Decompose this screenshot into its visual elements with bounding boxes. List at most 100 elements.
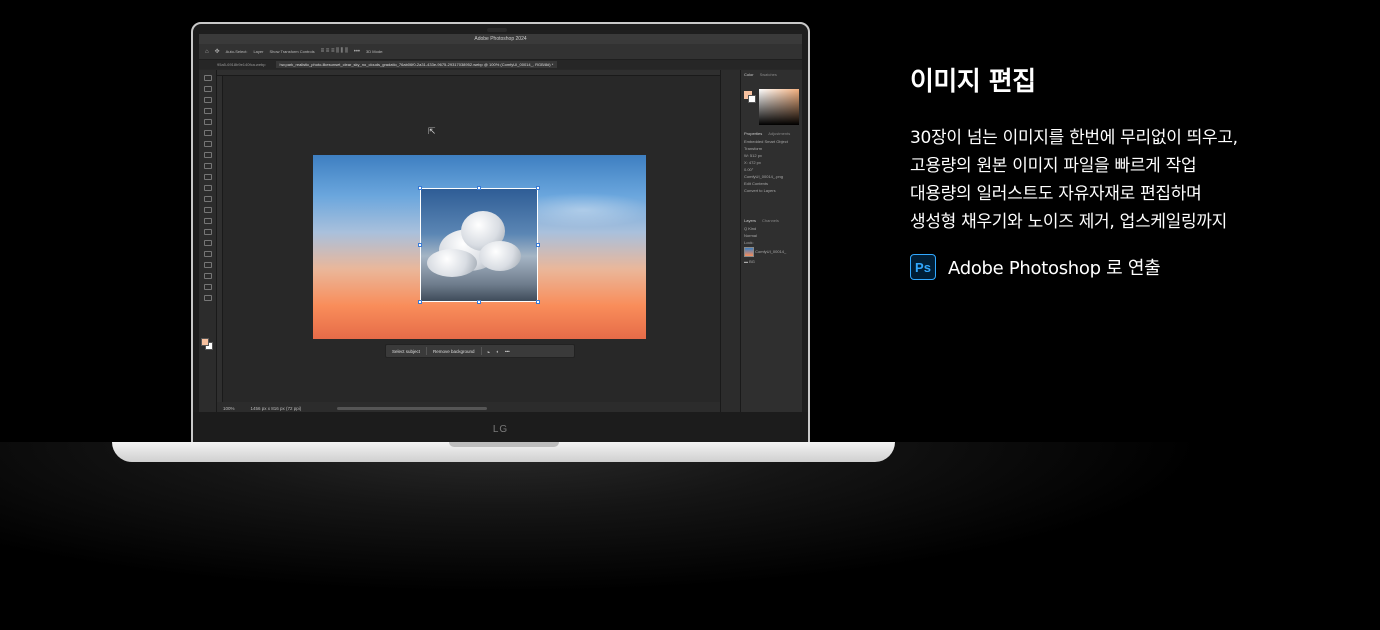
hand-icon[interactable] [203, 284, 212, 290]
laptop-base [112, 442, 895, 462]
document-size: 1456 px x 816 px (72 ppi) [250, 405, 302, 411]
cloud-layer[interactable] [420, 188, 538, 302]
panel-icon-strip [720, 70, 740, 414]
edit-contents-button[interactable]: Edit Contents [741, 180, 802, 187]
layer-row[interactable]: ComfyUI_00014_ [741, 246, 802, 258]
crop-icon[interactable] [203, 119, 212, 125]
tools-panel [199, 70, 217, 414]
home-icon[interactable]: ⌂ [205, 49, 209, 55]
sunset-image[interactable] [313, 155, 646, 339]
x-field[interactable]: X: 472 px [741, 159, 802, 166]
tab-properties[interactable]: Properties [741, 129, 765, 138]
tab-layers[interactable]: Layers [741, 216, 759, 225]
stamp-icon[interactable] [203, 174, 212, 180]
transform-handle[interactable] [418, 243, 422, 247]
type-icon[interactable] [203, 251, 212, 257]
3d-mode-label: 3D Mode: [366, 49, 384, 54]
layer-name: BG [749, 259, 755, 264]
cloud-shape [427, 249, 477, 277]
magic-wand-icon[interactable] [203, 108, 212, 114]
transform-heading: Transform [744, 146, 763, 151]
shape-icon[interactable] [203, 273, 212, 279]
dodge-icon[interactable] [203, 229, 212, 235]
zoom-icon[interactable] [203, 295, 212, 301]
move-tool-icon[interactable]: ✥ [215, 48, 220, 55]
tab-color[interactable]: Color [741, 70, 757, 79]
lasso-icon[interactable] [203, 97, 212, 103]
photoshop-icon: Ps [910, 254, 936, 280]
eraser-icon[interactable] [203, 196, 212, 202]
history-brush-icon[interactable] [203, 185, 212, 191]
right-panels: Color Swatches Properties Adjustments Em… [740, 70, 802, 414]
document-tab[interactable]: 95a5-6918b9e140fca.webp [217, 62, 266, 67]
cloud-shape [479, 241, 521, 271]
angle-field[interactable]: 0.00° [741, 166, 802, 173]
lock-label: Lock: [744, 240, 754, 245]
panel-background-swatch[interactable] [748, 95, 756, 103]
feature-copy: 이미지 편집 30장이 넘는 이미지를 한번에 무리없이 띄우고, 고용량의 원… [910, 64, 1350, 280]
width-field[interactable]: W: 512 px [741, 152, 802, 159]
adjust-icon[interactable]: ◐ [496, 349, 499, 354]
transform-icon[interactable]: ⟀ [488, 349, 491, 354]
app-credit-label: Adobe Photoshop 로 연출 [948, 258, 1161, 279]
description-line: 30장이 넘는 이미지를 한번에 무리없이 띄우고, [910, 128, 1238, 148]
cursor-icon: ⇱ [428, 126, 436, 136]
transform-handle[interactable] [418, 300, 422, 304]
auto-select-dropdown[interactable]: Layer [253, 49, 263, 54]
horizontal-scrollbar[interactable] [337, 406, 488, 410]
transform-handle[interactable] [418, 186, 422, 190]
photoshop-window: Adobe Photoshop 2024 ⌂ ✥ Auto-Select: La… [199, 34, 802, 414]
app-credit: Ps Adobe Photoshop 로 연출 [910, 254, 1350, 280]
zoom-level[interactable]: 100% [223, 406, 235, 411]
transform-handle[interactable] [536, 300, 540, 304]
eyedropper-icon[interactable] [203, 141, 212, 147]
tab-adjustments[interactable]: Adjustments [765, 129, 793, 138]
transform-handle[interactable] [477, 186, 481, 190]
tab-swatches[interactable]: Swatches [757, 70, 780, 79]
feature-description: 30장이 넘는 이미지를 한번에 무리없이 띄우고, 고용량의 원본 이미지 파… [910, 124, 1350, 236]
floor-shadow [0, 442, 1380, 630]
path-select-icon[interactable] [203, 262, 212, 268]
blend-mode-select[interactable]: Normal [741, 232, 802, 239]
feature-headline: 이미지 편집 [910, 67, 1036, 97]
kind-filter[interactable]: Q Kind [741, 225, 802, 232]
select-subject-button[interactable]: Select subject [392, 349, 420, 354]
description-line: 생성형 채우기와 노이즈 제거, 업스케일링까지 [910, 212, 1227, 232]
foreground-color-swatch[interactable] [201, 338, 209, 346]
divider [480, 347, 482, 355]
frame-icon[interactable] [203, 130, 212, 136]
blur-icon[interactable] [203, 218, 212, 224]
description-line: 고용량의 원본 이미지 파일을 빠르게 작업 [910, 156, 1197, 176]
transform-handle[interactable] [536, 186, 540, 190]
webcam [487, 28, 507, 32]
convert-button[interactable]: Convert to Layers [741, 187, 802, 194]
canvas-area[interactable]: ⇱ Select subject Remove background ⟀ ◐ •… [223, 76, 720, 402]
tab-channels[interactable]: Channels [759, 216, 782, 225]
transform-handle[interactable] [536, 243, 540, 247]
marquee-icon[interactable] [203, 86, 212, 92]
transform-handle[interactable] [477, 300, 481, 304]
layer-file-name: ComfyUI_00014_.png [744, 174, 783, 179]
description-line: 대용량의 일러스트도 자유자재로 편집하며 [910, 184, 1202, 204]
more-options-icon[interactable]: ••• [505, 349, 510, 354]
more-icon[interactable]: ••• [354, 49, 360, 55]
brush-icon[interactable] [203, 163, 212, 169]
document-tab-active[interactable]: hw.park_realistic_photo-likesunset_clear… [275, 61, 558, 68]
remove-background-button[interactable]: Remove background [433, 349, 475, 354]
options-bar: ⌂ ✥ Auto-Select: Layer Show Transform Co… [199, 44, 802, 60]
title-bar: Adobe Photoshop 2024 [199, 34, 802, 44]
layer-name: ComfyUI_00014_ [755, 249, 787, 255]
healing-icon[interactable] [203, 152, 212, 158]
contextual-task-bar: Select subject Remove background ⟀ ◐ ••• [385, 344, 575, 358]
window-title: Adobe Photoshop 2024 [474, 36, 527, 42]
auto-select-label[interactable]: Auto-Select: [226, 49, 248, 54]
color-picker-field[interactable] [759, 89, 799, 125]
move-icon[interactable] [203, 75, 212, 81]
layer-row[interactable]: ▬ BG [741, 258, 802, 265]
divider [426, 347, 428, 355]
pen-icon[interactable] [203, 240, 212, 246]
align-icons[interactable]: ≡ ≡ ≡ ⫼ ⫼ ⫼ [321, 48, 348, 55]
gradient-icon[interactable] [203, 207, 212, 213]
show-transform-checkbox[interactable]: Show Transform Controls [269, 49, 314, 54]
embedded-label: Embedded Smart Object [744, 139, 788, 144]
